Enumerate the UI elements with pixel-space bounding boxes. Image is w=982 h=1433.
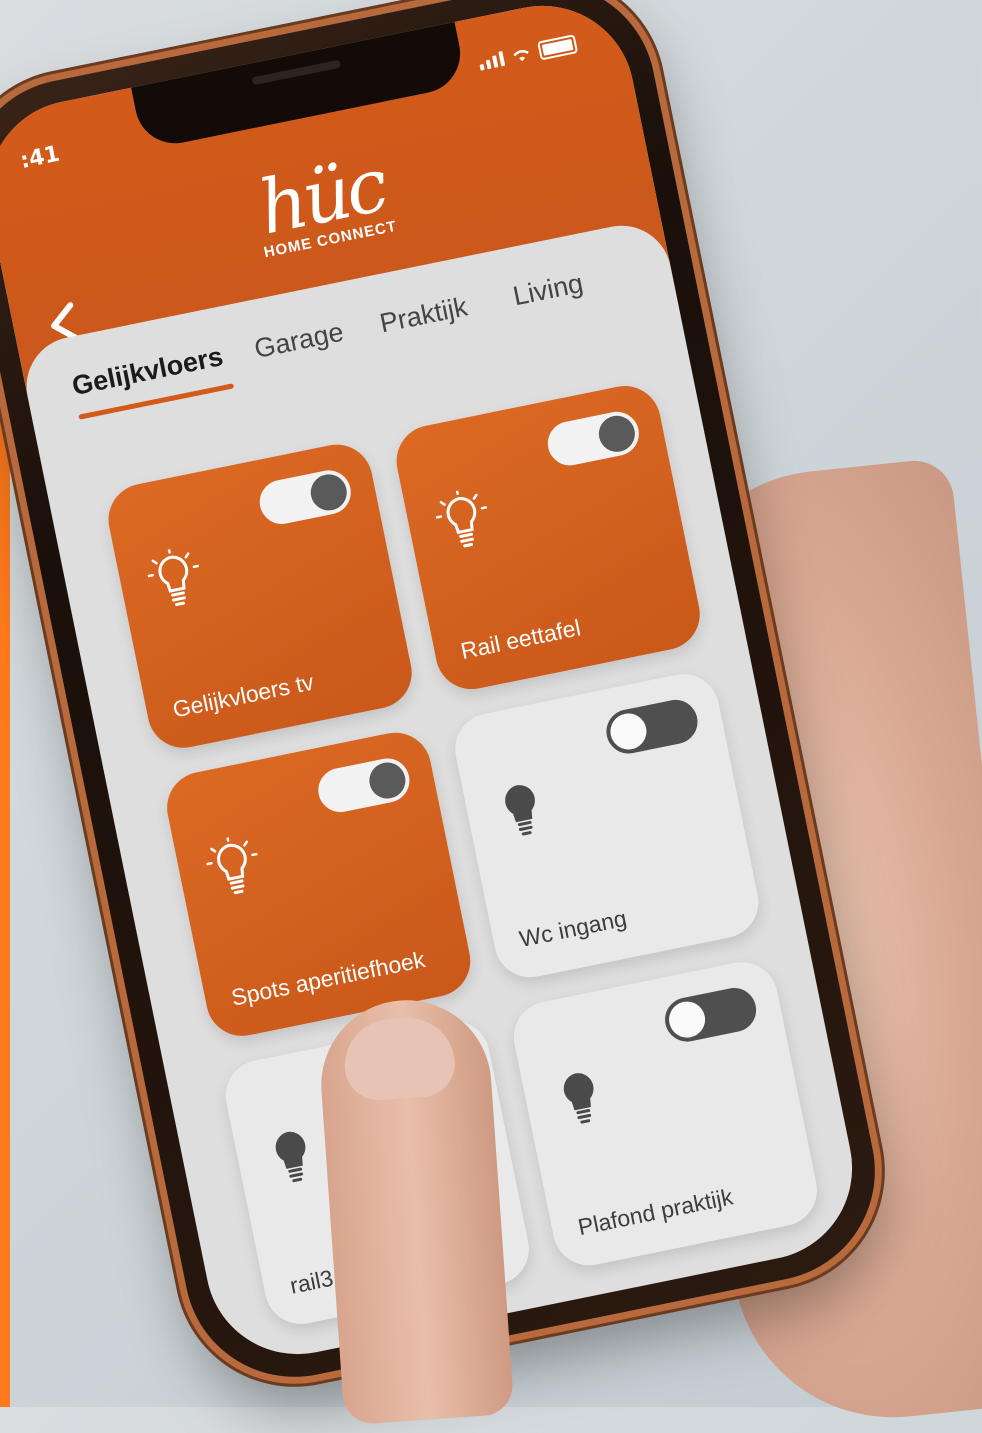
app-logo: hüc HOME CONNECT [248, 142, 398, 261]
device-tile[interactable]: Wc ingang [448, 667, 765, 984]
device-label: Wc ingang [517, 904, 629, 953]
device-label: Gelijkvloers tv [170, 668, 316, 723]
device-label: Plafond praktijk [575, 1183, 736, 1241]
tapping-finger [315, 994, 515, 1426]
device-tile[interactable]: Plafond praktijk [507, 955, 824, 1272]
signal-icon [478, 50, 506, 71]
status-time: :41 [18, 141, 62, 174]
light-bulb-icon [505, 785, 535, 836]
toggle-knob [607, 710, 650, 753]
light-bulb-icon [147, 548, 200, 607]
device-tile[interactable]: Rail eettafel [390, 379, 707, 696]
power-toggle[interactable] [314, 754, 414, 817]
wifi-icon [513, 49, 529, 61]
device-tile[interactable]: Spots aperitiefhoek [160, 726, 477, 1043]
tab-praktijk[interactable]: Praktijk [377, 291, 470, 339]
toggle-knob [307, 471, 350, 514]
device-tile[interactable]: Gelijkvloers tv [102, 438, 419, 755]
light-bulb-icon [206, 836, 258, 895]
status-icons [477, 34, 579, 72]
tab-living[interactable]: Living [510, 268, 585, 312]
light-bulb-icon [563, 1073, 594, 1124]
battery-icon [537, 34, 579, 61]
light-bulb-icon [275, 1131, 306, 1183]
power-toggle[interactable] [602, 695, 702, 758]
toggle-knob [595, 412, 639, 456]
fingernail [341, 1014, 458, 1103]
power-toggle[interactable] [661, 984, 761, 1046]
device-label: Rail eettafel [458, 614, 583, 664]
toggle-knob [665, 998, 709, 1041]
light-bulb-icon [435, 489, 488, 548]
tab-garage[interactable]: Garage [252, 317, 346, 365]
power-toggle[interactable] [255, 466, 355, 528]
toggle-knob [366, 759, 409, 802]
power-toggle[interactable] [543, 407, 643, 470]
